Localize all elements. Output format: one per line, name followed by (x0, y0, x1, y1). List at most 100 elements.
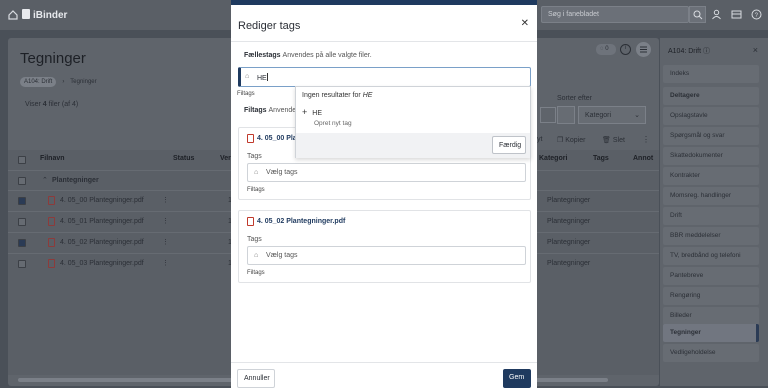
chevron-up-icon[interactable]: ⌃ (42, 176, 48, 184)
breadcrumb-item[interactable]: A104: Drift (20, 77, 57, 87)
modal-title: Rediger tags (238, 20, 301, 32)
create-tag-option[interactable]: + HE (302, 107, 322, 117)
file-name[interactable]: 4. 05_00 Plantegninger.pdf (60, 197, 144, 204)
copy-icon: ❐ (557, 137, 566, 144)
panel-item[interactable]: Drift (663, 207, 759, 225)
no-results-text: Ingen resultater for HE (302, 92, 373, 99)
column-header-version[interactable]: Ver (220, 155, 231, 162)
file-name: 4. 05_02 Plantegninger.pdf (257, 218, 346, 225)
panel-item[interactable]: BBR meddelelser (663, 227, 759, 245)
file-tags-card: 4. 05_02 Plantegninger.pdf Tags ⌂ Vælg ta… (238, 210, 531, 283)
row-checkbox[interactable] (18, 197, 26, 205)
close-icon[interactable]: ✕ (521, 18, 529, 29)
panel-item[interactable]: Indeks (663, 65, 759, 83)
delete-button[interactable]: 🗑 Slet (602, 136, 625, 144)
column-header-tags[interactable]: Tags (593, 155, 609, 162)
panel-item[interactable]: Spørgsmål og svar (663, 127, 759, 145)
more-icon[interactable]: ⋮ (162, 259, 169, 267)
user-icon[interactable] (711, 9, 722, 20)
row-checkbox[interactable] (18, 218, 26, 226)
filtags-hint: Filtags (237, 91, 255, 97)
panel-item[interactable]: Opslagstavle (663, 107, 759, 125)
group-checkbox[interactable] (18, 177, 26, 185)
panel-item[interactable]: Pantebreve (663, 267, 759, 285)
column-header-status[interactable]: Status (173, 155, 194, 162)
panel-item-active[interactable]: Tegninger (663, 324, 759, 342)
search-input[interactable]: Søg i fanebladet (541, 6, 689, 23)
create-new-tag-link[interactable]: Opret nyt tag (314, 120, 352, 127)
notification-badge[interactable]: ◌ 0 (596, 44, 616, 55)
column-header-name[interactable]: Filnavn (40, 155, 65, 162)
help-icon[interactable]: ? (751, 9, 762, 20)
menu-button[interactable] (636, 42, 651, 57)
close-icon[interactable]: × (753, 45, 758, 55)
column-header-notes[interactable]: Annot (633, 155, 653, 162)
file-name[interactable]: 4. 05_03 Plantegninger.pdf (60, 260, 144, 267)
info-icon[interactable]: ⓘ (703, 48, 710, 55)
tag-icon: ⌂ (254, 169, 259, 176)
app-logo[interactable]: iBinder (22, 9, 67, 21)
more-icon[interactable]: ⋮ (162, 196, 169, 204)
file-name[interactable]: 4. 05_02 Plantegninger.pdf (60, 239, 144, 246)
panel-item[interactable]: Skattedokumenter (663, 147, 759, 165)
chevron-down-icon: ⌄ (634, 112, 640, 119)
divider (231, 41, 537, 42)
row-checkbox[interactable] (18, 239, 26, 247)
filtags-label: Filtags (247, 187, 265, 193)
pdf-icon (48, 238, 55, 247)
panel-item[interactable]: Vedligeholdelse (663, 344, 759, 362)
divider (231, 362, 537, 363)
tag-icon: ⌂ (245, 73, 250, 80)
panel-title: A104: Drift ⓘ (668, 48, 711, 55)
more-icon[interactable]: ⋮ (162, 238, 169, 246)
sort-direction-button[interactable] (557, 106, 575, 124)
pdf-icon (247, 134, 254, 143)
hamburger-icon (640, 46, 647, 53)
tag-icon: ◌ (600, 46, 604, 52)
category: Plantegninger (547, 239, 591, 246)
view-toggle-button[interactable] (540, 107, 556, 123)
trash-icon: 🗑 (602, 137, 613, 144)
common-tags-label: Fællestags Anvendes på alle valgte filer… (244, 52, 372, 59)
breadcrumb-current: Tegninger (70, 79, 97, 85)
cancel-button[interactable]: Annuller (237, 369, 275, 388)
category: Plantegninger (547, 218, 591, 225)
file-count: Viser 4 filer (af 4) (25, 101, 79, 108)
panel-item[interactable]: Momsreg. handlinger (663, 187, 759, 205)
copy-button[interactable]: ❐ Kopier (557, 136, 585, 144)
panel-item[interactable]: Rengøring (663, 287, 759, 305)
tag-icon: ⌂ (254, 252, 259, 259)
search-button[interactable] (689, 6, 706, 23)
save-button[interactable]: Gem (503, 369, 531, 388)
filtags-label: Filtags (247, 270, 265, 276)
row-checkbox[interactable] (18, 260, 26, 268)
select-all-checkbox[interactable] (18, 156, 26, 164)
column-header-category[interactable]: Kategori (539, 155, 567, 162)
right-panel: A104: Drift ⓘ × Indeks Deltagere Opslags… (660, 38, 768, 386)
info-icon[interactable]: i (620, 44, 631, 55)
more-icon[interactable]: ⋮ (642, 135, 650, 144)
breadcrumb: A104: Drift › Tegninger (20, 77, 97, 88)
panel-item[interactable]: Deltagere (663, 87, 759, 105)
pdf-icon (48, 196, 55, 205)
panel-item[interactable]: TV, bredbånd og telefoni (663, 247, 759, 265)
action-truncated[interactable]: yt (537, 136, 542, 143)
panel-item[interactable]: Kontrakter (663, 167, 759, 185)
logo-icon (22, 9, 30, 19)
panel-item[interactable]: Billeder (663, 307, 759, 325)
category: Plantegninger (547, 197, 591, 204)
done-button[interactable]: Færdig (492, 136, 526, 154)
pdf-icon (48, 259, 55, 268)
org-icon[interactable] (731, 9, 742, 20)
file-name[interactable]: 4. 05_01 Plantegninger.pdf (60, 218, 144, 225)
more-icon[interactable]: ⋮ (162, 217, 169, 225)
page-title: Tegninger (20, 50, 86, 67)
sort-label: Sorter efter (557, 95, 593, 102)
edit-tags-modal: Rediger tags ✕ Fællestags Anvendes på al… (231, 0, 537, 388)
group-label: Plantegninger (52, 177, 99, 184)
tags-select[interactable]: ⌂ Vælg tags (247, 163, 526, 182)
tags-select[interactable]: ⌂ Vælg tags (247, 246, 526, 265)
home-icon[interactable] (8, 10, 18, 20)
common-tags-input[interactable]: ⌂ HE (238, 67, 531, 87)
sort-select[interactable]: Kategori ⌄ (578, 106, 646, 124)
